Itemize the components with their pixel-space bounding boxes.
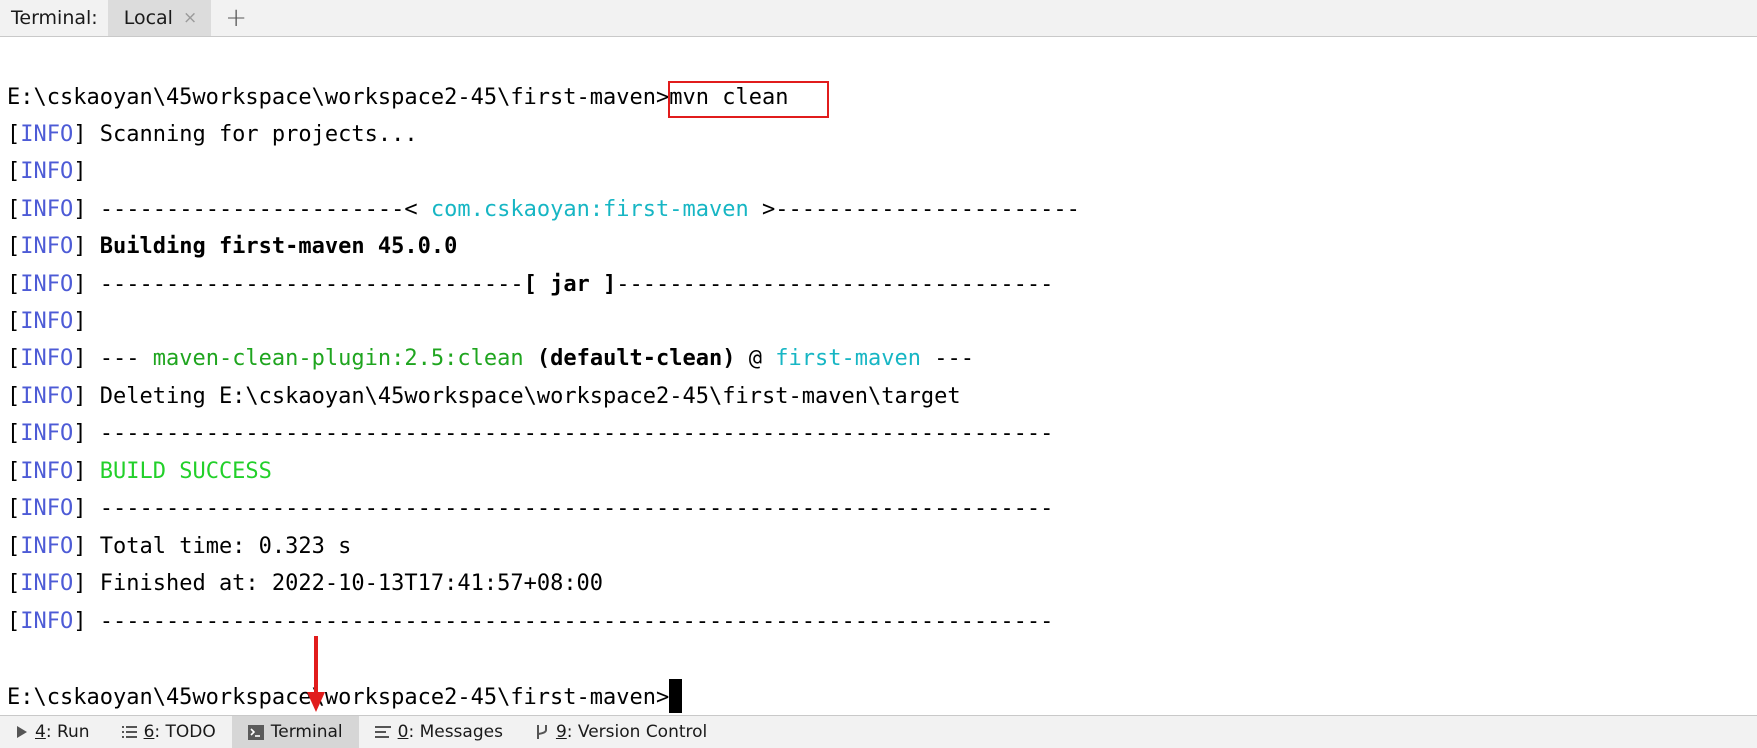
messages-tool-button[interactable]: 0: Messages — [359, 716, 519, 748]
info-tag: INFO — [20, 346, 74, 371]
log-line: [INFO] Building first-maven 45.0.0 — [7, 234, 458, 259]
project-name: first-maven — [775, 346, 921, 371]
tool-window-bar: 4: Run 6: TODO Terminal 0: Messages 9: V… — [0, 715, 1757, 748]
info-tag: INFO — [20, 609, 74, 634]
info-tag: INFO — [20, 122, 74, 147]
close-icon[interactable]: × — [183, 8, 197, 28]
typed-command: mvn clean — [669, 85, 789, 110]
prompt-line-1: E:\cskaoyan\45workspace\workspace2-45\fi… — [7, 84, 788, 112]
red-arrow-annotation — [307, 636, 325, 712]
info-tag: INFO — [20, 159, 74, 184]
log-line: [INFO] Scanning for projects... — [7, 122, 418, 147]
tab-local[interactable]: Local × — [107, 0, 212, 36]
log-line: [INFO] ---------------------------------… — [7, 496, 1054, 521]
tab-local-label: Local — [123, 7, 173, 29]
info-tag: INFO — [20, 496, 74, 521]
info-tag: INFO — [20, 459, 74, 484]
info-tag: INFO — [20, 384, 74, 409]
log-line: [INFO] --------------------------------[… — [7, 272, 1054, 297]
plugin-goal: maven-clean-plugin:2.5:clean — [152, 346, 524, 371]
list-icon — [121, 726, 137, 738]
info-tag: INFO — [20, 197, 74, 222]
info-tag: INFO — [20, 272, 74, 297]
log-line: [INFO] -----------------------< com.cska… — [7, 197, 1080, 222]
play-icon — [17, 726, 27, 738]
version-control-tool-button[interactable]: 9: Version Control — [519, 716, 723, 748]
log-line: [INFO] --- maven-clean-plugin:2.5:clean … — [7, 346, 974, 371]
log-line: [INFO] Deleting E:\cskaoyan\45workspace\… — [7, 384, 961, 409]
terminal-title: Terminal: — [11, 7, 98, 29]
log-line: [INFO] — [7, 309, 87, 334]
info-tag: INFO — [20, 234, 74, 259]
todo-tool-button[interactable]: 6: TODO — [106, 716, 232, 748]
artifact-id: com.cskaoyan:first-maven — [430, 197, 749, 222]
info-tag: INFO — [20, 571, 74, 596]
terminal-tool-button[interactable]: Terminal — [231, 716, 359, 748]
terminal-tab-bar: Terminal: Local × + — [0, 0, 1757, 37]
terminal-output[interactable]: E:\cskaoyan\45workspace\workspace2-45\fi… — [0, 37, 1757, 715]
log-line: [INFO] — [7, 159, 87, 184]
log-line: [INFO] Finished at: 2022-10-13T17:41:57+… — [7, 571, 604, 596]
prompt-path: E:\cskaoyan\45workspace\workspace2-45\fi… — [7, 85, 670, 110]
terminal-icon — [247, 724, 264, 740]
info-tag: INFO — [20, 421, 74, 446]
branch-icon — [536, 725, 547, 739]
log-line: [INFO] Total time: 0.323 s — [7, 534, 352, 559]
info-tag: INFO — [20, 534, 74, 559]
prompt-path: E:\cskaoyan\45workspace\workspace2-45\fi… — [7, 685, 670, 710]
log-line: [INFO] BUILD SUCCESS — [7, 459, 272, 484]
messages-icon — [374, 726, 391, 738]
run-tool-button[interactable]: 4: Run — [0, 716, 106, 748]
log-line: [INFO] ---------------------------------… — [7, 609, 1054, 634]
build-success: BUILD SUCCESS — [99, 459, 272, 484]
text-cursor — [669, 679, 683, 713]
plus-icon[interactable]: + — [211, 0, 261, 36]
prompt-line-2[interactable]: E:\cskaoyan\45workspace\workspace2-45\fi… — [7, 679, 683, 713]
log-line: [INFO] ---------------------------------… — [7, 421, 1054, 446]
info-tag: INFO — [20, 309, 74, 334]
